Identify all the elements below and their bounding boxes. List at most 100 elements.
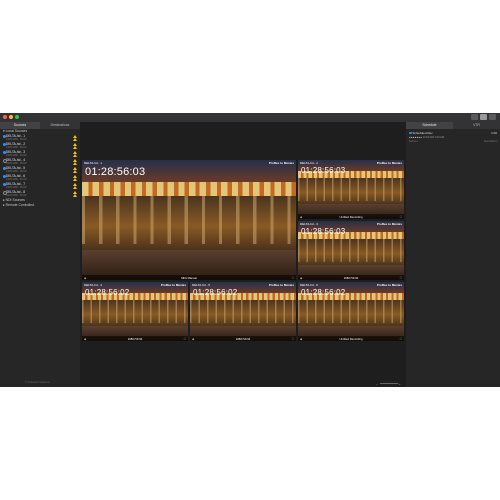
- source-item[interactable]: DELTA-hd - 7 1920x1080 · 59.94i: [0, 182, 80, 190]
- source-checkbox-icon[interactable]: [3, 143, 6, 146]
- tag-icon[interactable]: ◈: [84, 337, 86, 341]
- tile-footer: ◈ MFA Manual ⛶: [82, 275, 296, 280]
- tag-icon[interactable]: ◈: [300, 215, 302, 219]
- fullscreen-icon[interactable]: ⛶: [400, 215, 402, 219]
- video-tile[interactable]: DELTA-hd - 5 ProRes to Movies 01:28:56:02 ◈…: [190, 282, 296, 341]
- source-format: 1920x1080 · 59.94i: [6, 138, 27, 141]
- video-image: [298, 238, 404, 263]
- tile-record-mode: ProRes to Movies: [376, 161, 402, 165]
- local-sources-label: Local Sources: [5, 129, 28, 133]
- monitor-grid: DELTA-hd - 1 ProRes to Movies 01:28:56:03 ◈…: [80, 122, 406, 387]
- warning-icon: [73, 186, 77, 189]
- source-list: DELTA-hd - 1 1920x1080 · 59.94i DELTA-hd -…: [0, 134, 80, 198]
- tile-footer: ◈ 1080i 59.94 ⛶: [190, 336, 296, 341]
- tile-timecode: 01:28:56:02: [193, 288, 238, 297]
- tile-source-name: DELTA-hd - 6: [300, 283, 318, 287]
- warning-icon: [73, 162, 77, 165]
- tab-schedule[interactable]: Schedule: [406, 122, 453, 129]
- schedule-sources-col: Sources: [409, 140, 418, 143]
- video-image: [190, 299, 296, 324]
- tag-icon[interactable]: ◈: [192, 337, 194, 341]
- tag-icon[interactable]: ◈: [84, 276, 86, 280]
- view-single-icon[interactable]: [471, 114, 478, 120]
- fullscreen-icon[interactable]: ⛶: [292, 276, 294, 280]
- minimize-window-icon[interactable]: [9, 115, 13, 119]
- warning-icon: [73, 154, 77, 157]
- schedule-days: ●●●●●●●: [409, 136, 423, 139]
- video-image: [298, 299, 404, 324]
- tab-sources[interactable]: Sources: [0, 122, 40, 129]
- view-list-icon[interactable]: [489, 114, 496, 120]
- bottom-bar: − +: [80, 379, 406, 387]
- view-grid-icon[interactable]: [480, 114, 487, 120]
- source-item[interactable]: DELTA-hd - 4 1920x1080 · 59.94i: [0, 158, 80, 166]
- zoom-slider[interactable]: [380, 383, 398, 384]
- title-bar: [0, 113, 500, 122]
- video-tile[interactable]: DELTA-hd - 4 ProRes to Movies 01:28:56:02 ◈…: [82, 282, 188, 341]
- schedule-panel: Schedule VTR Scheduled Rec 1:00 ●●●●●●● …: [406, 122, 500, 387]
- tile-source-name: DELTA-hd - 4: [84, 283, 102, 287]
- tag-icon[interactable]: ◈: [300, 276, 302, 280]
- video-tile[interactable]: DELTA-hd - 2 ProRes to Movies 01:28:56:03 ◈…: [298, 160, 404, 219]
- source-checkbox-icon[interactable]: [3, 183, 6, 186]
- warning-icon: [73, 170, 77, 173]
- zoom-window-icon[interactable]: [15, 115, 19, 119]
- source-item[interactable]: DELTA-hd - 6 1920x1080 · 59.94i: [0, 174, 80, 182]
- tab-vtr[interactable]: VTR: [453, 122, 500, 129]
- fullscreen-icon[interactable]: ⛶: [292, 337, 294, 341]
- source-checkbox-icon[interactable]: [3, 167, 6, 170]
- fullscreen-icon[interactable]: ⛶: [184, 337, 186, 341]
- footer-copyright: © Deltacast Solutions: [25, 381, 50, 384]
- tile-timecode: 01:28:56:03: [301, 166, 346, 175]
- tile-footer-label: MFA Manual: [181, 275, 197, 280]
- tile-timecode: 01:28:56:03: [85, 166, 146, 178]
- tile-footer-label: 1080i 59.94: [235, 336, 251, 341]
- fullscreen-icon[interactable]: ⛶: [400, 276, 402, 280]
- source-item[interactable]: DELTA-hd - 1 1920x1080 · 59.94i: [0, 134, 80, 142]
- video-image: [82, 196, 296, 244]
- source-item[interactable]: DELTA-hd - 5 1920x1080 · 59.94i: [0, 166, 80, 174]
- video-image: [82, 181, 296, 196]
- zoom-in-icon[interactable]: +: [399, 382, 401, 386]
- video-tile[interactable]: DELTA-hd - 3 ProRes to Movies 01:28:56:03 ◈…: [298, 221, 404, 280]
- tile-footer-label: Untitled Recording: [339, 214, 363, 219]
- right-tabs: Schedule VTR: [406, 122, 500, 129]
- source-item[interactable]: DELTA-hd - 8 1920x1080 · 59.94i: [0, 190, 80, 198]
- source-checkbox-icon[interactable]: [3, 175, 6, 178]
- tab-destinations[interactable]: Destinations: [40, 122, 80, 129]
- zoom-out-icon[interactable]: −: [376, 382, 378, 386]
- fullscreen-icon[interactable]: ⛶: [400, 337, 402, 341]
- left-tabs: Sources Destinations: [0, 122, 80, 129]
- schedule-item[interactable]: Scheduled Rec 1:00 ●●●●●●● 10:00 AM 1:00…: [406, 129, 500, 145]
- warning-icon: [73, 138, 77, 141]
- tile-timecode: 01:28:56:02: [301, 288, 346, 297]
- tile-timecode: 01:28:56:02: [85, 288, 130, 297]
- video-tile[interactable]: DELTA-hd - 1 ProRes to Movies 01:28:56:03 ◈…: [82, 160, 296, 280]
- warning-icon: [73, 178, 77, 181]
- tile-footer-label: 1080i 59.94: [343, 275, 359, 280]
- tile-record-mode: ProRes to Movies: [376, 222, 402, 226]
- tag-icon[interactable]: ◈: [300, 337, 302, 341]
- source-item[interactable]: DELTA-hd - 2 1920x1080 · 59.94i: [0, 142, 80, 150]
- video-tile[interactable]: DELTA-hd - 6 ProRes to Movies 01:28:56:02 ◈…: [298, 282, 404, 341]
- sources-panel: Sources Destinations ▾ Local Sources DEL…: [0, 122, 80, 387]
- source-format: 1920x1080 · 59.94i: [6, 186, 27, 189]
- close-window-icon[interactable]: [3, 115, 7, 119]
- tile-footer: ◈ 1080i 59.94 ⛶: [298, 275, 404, 280]
- source-checkbox-icon[interactable]: [3, 191, 7, 195]
- source-checkbox-icon[interactable]: [3, 159, 7, 163]
- warning-icon: [73, 146, 77, 149]
- tile-footer: ◈ Untitled Recording ⛶: [298, 336, 404, 341]
- tile-footer: ◈ Untitled Recording ⛶: [298, 214, 404, 219]
- remote-controlled-header[interactable]: ▸ Remote Controlled: [0, 203, 80, 208]
- source-format: 1920x1080 · 59.94i: [6, 170, 27, 173]
- view-switcher: [471, 114, 496, 120]
- video-image: [298, 177, 404, 202]
- schedule-title: Scheduled Rec: [412, 131, 433, 135]
- schedule-end: 1:00 AM: [434, 136, 445, 139]
- source-checkbox-icon[interactable]: [3, 151, 6, 154]
- source-checkbox-icon[interactable]: [3, 135, 6, 138]
- ndi-sources-label: NDI Sources: [5, 198, 25, 202]
- tile-source-name: DELTA-hd - 5: [192, 283, 210, 287]
- source-item[interactable]: DELTA-hd - 3 1920x1080 · 59.94i: [0, 150, 80, 158]
